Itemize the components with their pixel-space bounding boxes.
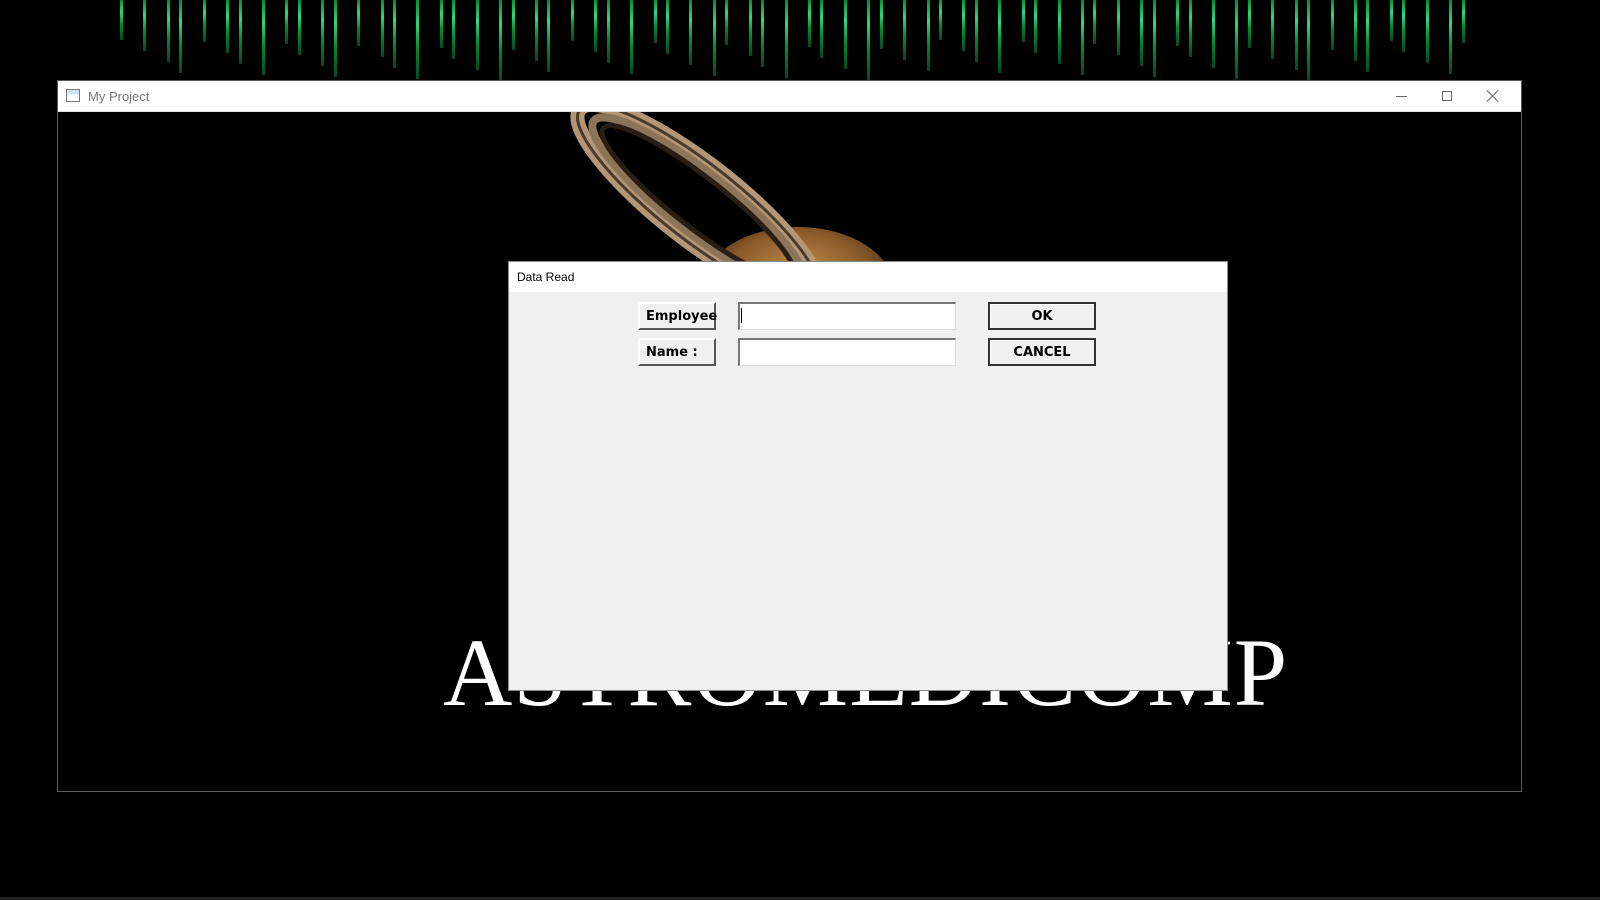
matrix-rain-column xyxy=(808,0,811,47)
matrix-rain-column xyxy=(998,0,1001,73)
matrix-rain-column xyxy=(1271,0,1274,59)
matrix-rain-column xyxy=(285,0,288,44)
matrix-rain-column xyxy=(571,0,574,41)
matrix-rain-column xyxy=(179,0,182,73)
app-title: My Project xyxy=(88,89,150,104)
matrix-rain-column xyxy=(512,0,515,50)
matrix-rain-column xyxy=(203,0,206,42)
app-titlebar[interactable]: My Project xyxy=(58,81,1521,112)
minimize-icon xyxy=(1395,95,1407,97)
matrix-rain-column xyxy=(1248,0,1251,48)
matrix-rain-column xyxy=(607,0,610,63)
close-icon xyxy=(1486,89,1500,103)
matrix-rain-column xyxy=(334,0,337,77)
name-input[interactable] xyxy=(738,338,956,366)
matrix-rain-wallpaper xyxy=(120,0,1480,82)
matrix-rain-column xyxy=(381,0,384,57)
matrix-rain-column xyxy=(393,0,396,68)
matrix-rain-column xyxy=(1022,0,1025,42)
matrix-rain-column xyxy=(820,0,823,58)
matrix-rain-column xyxy=(927,0,930,71)
matrix-rain-column xyxy=(1140,0,1143,66)
matrix-rain-column xyxy=(1366,0,1369,72)
matrix-rain-column xyxy=(1354,0,1357,61)
matrix-rain-column xyxy=(654,0,657,43)
cancel-button[interactable]: CANCEL xyxy=(988,338,1096,366)
matrix-rain-column xyxy=(1307,0,1310,81)
desktop-background: My Project Data Read Employee Name: OK … xyxy=(0,0,1600,900)
matrix-rain-column xyxy=(440,0,443,48)
matrix-rain-column xyxy=(262,0,265,75)
matrix-rain-column xyxy=(1235,0,1238,79)
ok-button[interactable]: OK xyxy=(988,302,1096,330)
matrix-rain-column xyxy=(1058,0,1061,64)
text-cursor xyxy=(741,308,742,323)
matrix-rain-column xyxy=(594,0,597,52)
matrix-rain-column xyxy=(226,0,229,53)
window-app-icon xyxy=(66,89,80,102)
matrix-rain-column xyxy=(1390,0,1393,41)
maximize-icon xyxy=(1442,91,1452,101)
matrix-rain-column xyxy=(1449,0,1452,74)
name-label: Name : xyxy=(638,338,716,366)
dialog-title: Data Read xyxy=(517,270,575,284)
matrix-rain-column xyxy=(880,0,883,49)
data-read-dialog: Data Read Employee Name : OK CANCEL xyxy=(508,261,1228,691)
matrix-rain-column xyxy=(975,0,978,62)
matrix-rain-column xyxy=(1176,0,1179,46)
matrix-rain-column xyxy=(1402,0,1405,52)
matrix-rain-column xyxy=(962,0,965,51)
close-button[interactable] xyxy=(1470,81,1516,111)
matrix-rain-column xyxy=(239,0,242,64)
matrix-rain-column xyxy=(689,0,692,65)
matrix-rain-column xyxy=(1295,0,1298,70)
employee-label: Employee xyxy=(638,302,717,330)
matrix-rain-column xyxy=(1212,0,1215,68)
maximize-button[interactable] xyxy=(1424,81,1470,111)
matrix-rain-column xyxy=(867,0,870,80)
matrix-rain-column xyxy=(167,0,170,62)
matrix-rain-column xyxy=(666,0,669,54)
matrix-rain-column xyxy=(1081,0,1084,75)
employee-input[interactable] xyxy=(738,302,956,330)
matrix-rain-column xyxy=(321,0,324,66)
matrix-rain-column xyxy=(1331,0,1334,50)
matrix-rain-column xyxy=(1093,0,1096,44)
matrix-rain-column xyxy=(298,0,301,55)
dialog-titlebar[interactable]: Data Read xyxy=(509,262,1227,292)
matrix-rain-column xyxy=(1189,0,1192,57)
matrix-rain-column xyxy=(499,0,502,81)
matrix-rain-column xyxy=(535,0,538,61)
matrix-rain-column xyxy=(547,0,550,72)
saturn-image xyxy=(570,112,893,282)
matrix-rain-column xyxy=(844,0,847,69)
matrix-rain-column xyxy=(903,0,906,60)
matrix-rain-column xyxy=(630,0,633,74)
matrix-rain-column xyxy=(1034,0,1037,53)
matrix-rain-column xyxy=(713,0,716,76)
matrix-rain-column xyxy=(1117,0,1120,55)
matrix-rain-column xyxy=(1153,0,1156,77)
matrix-rain-column xyxy=(416,0,419,79)
matrix-rain-column xyxy=(785,0,788,78)
matrix-rain-column xyxy=(476,0,479,70)
matrix-rain-column xyxy=(1462,0,1465,43)
matrix-rain-column xyxy=(749,0,752,56)
matrix-rain-column xyxy=(1426,0,1429,63)
matrix-rain-column xyxy=(452,0,455,59)
matrix-rain-column xyxy=(939,0,942,40)
minimize-button[interactable] xyxy=(1378,81,1424,111)
matrix-rain-column xyxy=(761,0,764,67)
matrix-rain-column xyxy=(725,0,728,45)
matrix-rain-column xyxy=(120,0,123,40)
matrix-rain-column xyxy=(143,0,146,51)
matrix-rain-column xyxy=(357,0,360,46)
